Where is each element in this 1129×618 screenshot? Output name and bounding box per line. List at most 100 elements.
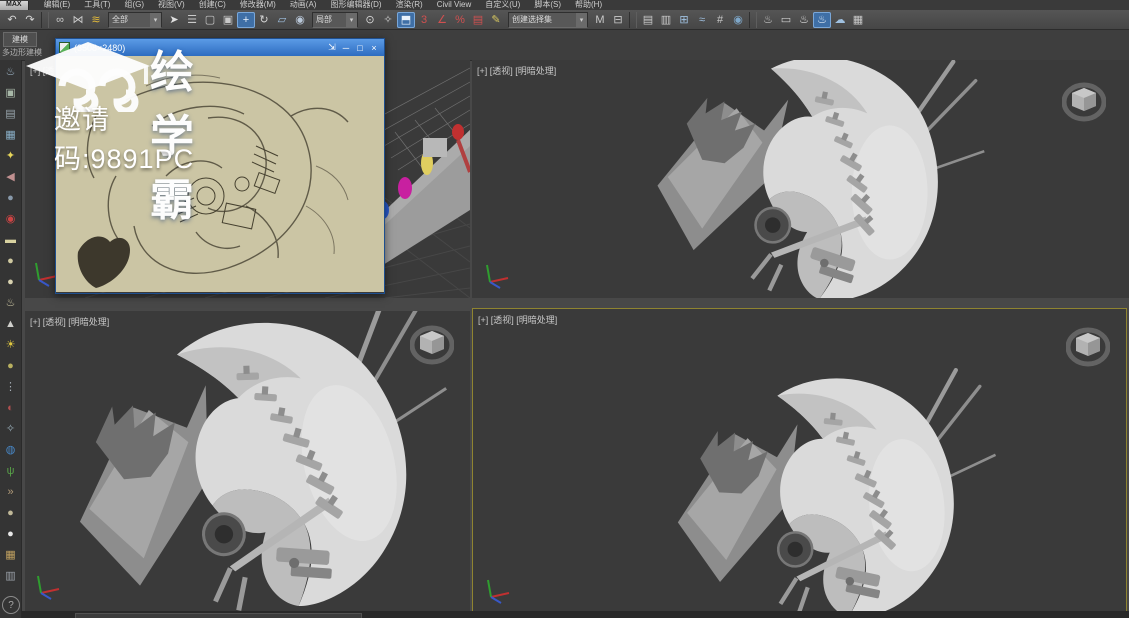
menu-item[interactable]: 创建(C) (192, 0, 233, 10)
select-and-link-icon[interactable]: ∞ (51, 12, 69, 28)
mirror-icon[interactable]: M (591, 12, 609, 28)
compass-icon[interactable]: ✧ (2, 420, 20, 437)
sphere-icon[interactable]: ● (2, 273, 20, 290)
use-pivot-center-icon[interactable]: ⬒ (397, 12, 415, 28)
menu-item[interactable]: 帮助(H) (568, 0, 609, 10)
render-last-icon[interactable]: ▦ (849, 12, 867, 28)
viewport-bottom-left-scene (25, 311, 470, 611)
light-bulb-icon[interactable]: ✦ (2, 147, 20, 164)
viewcube[interactable] (1062, 80, 1106, 124)
capsules-icon[interactable]: ◐ (2, 399, 20, 416)
menu-item[interactable]: 编辑(E) (37, 0, 78, 10)
teapot-geometry-icon[interactable]: ♨ (2, 294, 20, 311)
maximize-button[interactable]: □ (353, 41, 367, 54)
ball-white-icon[interactable]: ● (2, 525, 20, 542)
dome-icon[interactable]: ● (2, 252, 20, 269)
render-iterative-icon[interactable]: ♨ (813, 12, 831, 28)
chevron-down-icon[interactable]: ▾ (346, 13, 357, 27)
render-setup-icon[interactable]: ♨ (759, 12, 777, 28)
sun-icon[interactable]: ☀ (2, 336, 20, 353)
curve-editor-icon[interactable]: ≈ (693, 12, 711, 28)
viewcube[interactable] (1066, 325, 1110, 369)
time-slider[interactable] (75, 613, 362, 618)
rain-particles-icon[interactable]: ⋮ (2, 378, 20, 395)
unlink-selection-icon[interactable]: ⋈ (69, 12, 87, 28)
disc-icon[interactable]: ● (2, 357, 20, 374)
clipboard-icon[interactable]: ▥ (2, 567, 20, 584)
viewport-label[interactable]: [+] [透视] [明暗处理] (478, 313, 557, 326)
cone-icon[interactable]: ▲ (2, 315, 20, 332)
menu-item[interactable]: 图形编辑器(D) (323, 0, 388, 10)
select-by-name-icon[interactable]: ☰ (183, 12, 201, 28)
menu-item[interactable]: 渲染(R) (389, 0, 430, 10)
minimize-button[interactable]: ─ (339, 41, 353, 54)
menu-item[interactable]: 组(G) (117, 0, 151, 10)
render-production-icon[interactable]: ♨ (795, 12, 813, 28)
menu-item[interactable]: 脚本(S) (527, 0, 568, 10)
selection-filter-dropdown[interactable]: 全部▾ (108, 12, 162, 28)
earth-icon[interactable]: ◍ (2, 441, 20, 458)
teapot-render-icon[interactable]: ♨ (2, 63, 20, 80)
geosphere-icon[interactable]: ● (2, 189, 20, 206)
fit-button[interactable]: ⇲ (325, 41, 339, 54)
image-viewer-window[interactable]: (3508×2480) ⇲─□× (55, 38, 385, 294)
window-crossing-icon[interactable]: ▣ (219, 12, 237, 28)
menu-item[interactable]: 修改器(M) (233, 0, 283, 10)
viewport-top-right-scene (472, 60, 1129, 298)
sheet-list-icon[interactable]: ▤ (2, 105, 20, 122)
viewport-bottom-right-active[interactable]: [+] [透视] [明暗处理] (473, 309, 1126, 616)
select-and-rotate-icon[interactable]: ↻ (255, 12, 273, 28)
material-editor-icon[interactable]: ◉ (729, 12, 747, 28)
image-viewer-title-bar[interactable]: (3508×2480) ⇲─□× (56, 39, 384, 56)
viewport-top-right[interactable]: [+] [透视] [明暗处理] (472, 60, 1129, 298)
close-button[interactable]: × (367, 41, 381, 54)
redo-icon[interactable]: ↷ (21, 12, 39, 28)
viewport-label[interactable]: [+] [透视] [明暗处理] (30, 315, 109, 328)
named-selection-sets-dropdown[interactable]: 创建选择集▾ (508, 12, 588, 28)
menu-item[interactable]: 视图(V) (151, 0, 192, 10)
camera-red-icon[interactable]: ◉ (2, 210, 20, 227)
layer-explorer-icon[interactable]: ▥ (657, 12, 675, 28)
render-cloud-icon[interactable]: ☁ (831, 12, 849, 28)
percent-snap-icon[interactable]: % (451, 12, 469, 28)
help-icon[interactable]: ? (2, 596, 20, 614)
sphere-beige-icon[interactable]: ● (2, 504, 20, 521)
keyboard-override-icon[interactable]: ✎ (487, 12, 505, 28)
menu-item[interactable]: 工具(T) (77, 0, 117, 10)
chevron-down-icon[interactable]: ▾ (150, 13, 161, 27)
rect-selection-region-icon[interactable]: ▢ (201, 12, 219, 28)
schematic-view-icon[interactable]: # (711, 12, 729, 28)
viewport-bottom-left[interactable]: [+] [透视] [明暗处理] (25, 311, 470, 611)
align-icon[interactable]: ⊟ (609, 12, 627, 28)
select-and-scale-icon[interactable]: ▱ (273, 12, 291, 28)
undo-icon[interactable]: ↶ (3, 12, 21, 28)
menu-item[interactable]: Civil View (430, 0, 479, 10)
grass-icon[interactable]: ψ (2, 462, 20, 479)
menu-item[interactable]: 自定义(U) (478, 0, 527, 10)
viewcube[interactable] (410, 323, 454, 367)
application-button[interactable]: MAX (0, 1, 29, 10)
snap-toggle-3d-icon[interactable]: 3 (415, 12, 433, 28)
use-center-flyout-icon[interactable]: ⊙ (361, 12, 379, 28)
bind-to-space-warp-icon[interactable]: ≋ (87, 12, 105, 28)
select-object-icon[interactable]: ➤ (165, 12, 183, 28)
select-and-place-icon[interactable]: ◉ (291, 12, 309, 28)
table-grid-icon[interactable]: ▦ (2, 126, 20, 143)
angle-snap-icon[interactable]: ∠ (433, 12, 451, 28)
select-and-manipulate-icon[interactable]: ✧ (379, 12, 397, 28)
reference-coordinate-dropdown[interactable]: 局部▾ (312, 12, 358, 28)
chevron-down-icon[interactable]: ▾ (576, 13, 587, 27)
material-image-icon[interactable]: ▣ (2, 84, 20, 101)
slab-icon[interactable]: ▬ (2, 231, 20, 248)
menu-item[interactable]: 动画(A) (283, 0, 324, 10)
scene-explorer-icon[interactable]: ▤ (639, 12, 657, 28)
bird-icon[interactable]: » (2, 483, 20, 500)
sound-icon[interactable]: ◀ (2, 168, 20, 185)
ribbon-tab-modeling[interactable]: 建模 (3, 32, 37, 47)
viewport-label[interactable]: [+] [透视] [明暗处理] (477, 64, 556, 77)
select-and-move-icon[interactable]: + (237, 12, 255, 28)
texture-window-icon[interactable]: ▦ (2, 546, 20, 563)
rendered-frame-window-icon[interactable]: ▭ (777, 12, 795, 28)
ribbon-toggle-icon[interactable]: ⊞ (675, 12, 693, 28)
spinner-snap-icon[interactable]: ▤ (469, 12, 487, 28)
